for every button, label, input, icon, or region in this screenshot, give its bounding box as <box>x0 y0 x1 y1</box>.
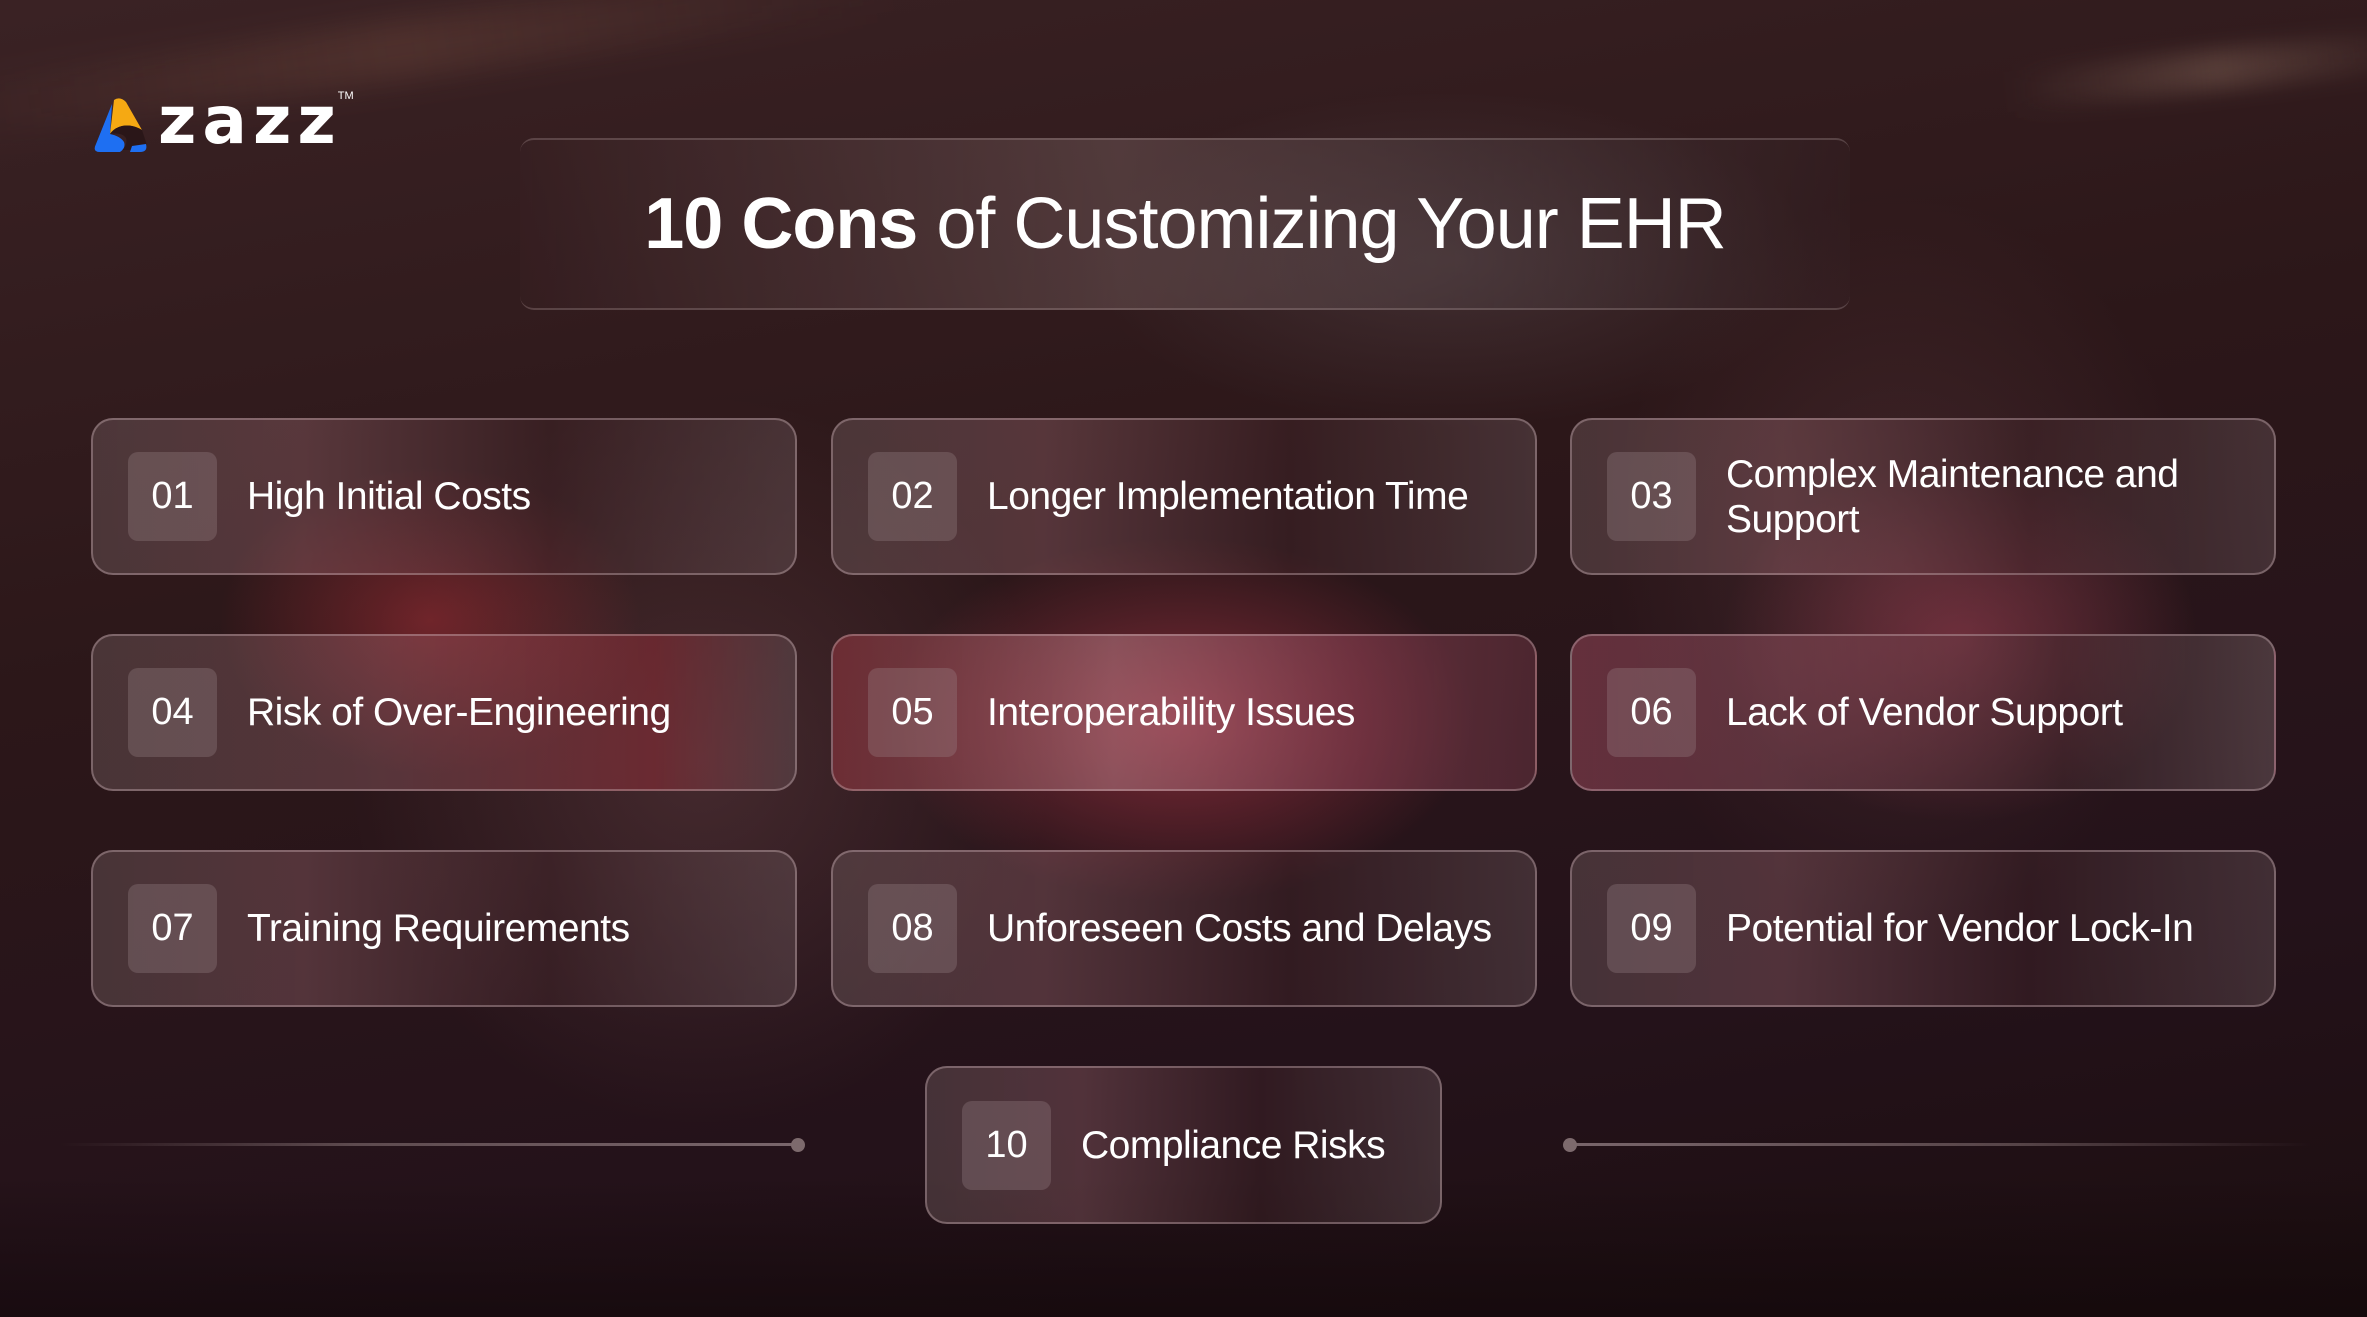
con-label: Longer Implementation Time <box>987 475 1469 518</box>
con-number-badge: 09 <box>1607 884 1696 973</box>
title-banner: 10 Cons of Customizing Your EHR <box>520 138 1850 310</box>
page-title-rest: of Customizing Your EHR <box>917 184 1726 264</box>
con-label: Unforeseen Costs and Delays <box>987 907 1492 950</box>
con-card-07: 07 Training Requirements <box>91 850 797 1007</box>
brand-wordmark: zazz <box>158 82 342 159</box>
connector-dot-right <box>1563 1138 1577 1152</box>
con-number-badge: 03 <box>1607 452 1696 541</box>
con-number-badge: 10 <box>962 1100 1051 1190</box>
con-label: Complex Maintenance and Support <box>1726 452 2179 541</box>
con-label: Lack of Vendor Support <box>1726 691 2123 734</box>
con-card-01: 01 High Initial Costs <box>91 418 797 575</box>
con-number-badge: 06 <box>1607 668 1696 757</box>
con-card-10: 10 Compliance Risks <box>925 1066 1442 1224</box>
con-label: Risk of Over-Engineering <box>247 691 671 734</box>
con-card-06: 06 Lack of Vendor Support <box>1570 634 2276 791</box>
con-card-08: 08 Unforeseen Costs and Delays <box>831 850 1537 1007</box>
page-title: 10 Cons of Customizing Your EHR <box>644 183 1727 265</box>
con-number-badge: 04 <box>128 668 217 757</box>
con-label: Interoperability Issues <box>987 691 1355 734</box>
connector-line-right <box>1572 1143 2312 1146</box>
connector-dot-left <box>791 1138 805 1152</box>
con-card-04: 04 Risk of Over-Engineering <box>91 634 797 791</box>
con-number-badge: 02 <box>868 452 957 541</box>
con-label: Compliance Risks <box>1081 1123 1386 1167</box>
con-number-badge: 07 <box>128 884 217 973</box>
con-card-03: 03 Complex Maintenance and Support <box>1570 418 2276 575</box>
con-number-badge: 08 <box>868 884 957 973</box>
con-card-05: 05 Interoperability Issues <box>831 634 1537 791</box>
trademark-symbol: TM <box>337 90 354 102</box>
page-title-bold: 10 Cons <box>644 184 918 264</box>
zazz-logo-icon <box>92 96 148 154</box>
con-number-badge: 01 <box>128 452 217 541</box>
con-number-badge: 05 <box>868 668 957 757</box>
con-card-09: 09 Potential for Vendor Lock-In <box>1570 850 2276 1007</box>
con-label: Training Requirements <box>247 907 630 950</box>
con-label: High Initial Costs <box>247 475 531 518</box>
con-card-02: 02 Longer Implementation Time <box>831 418 1537 575</box>
con-label: Potential for Vendor Lock-In <box>1726 907 2194 950</box>
connector-line-left <box>60 1143 795 1146</box>
brand-logo: zazz TM <box>92 88 358 154</box>
